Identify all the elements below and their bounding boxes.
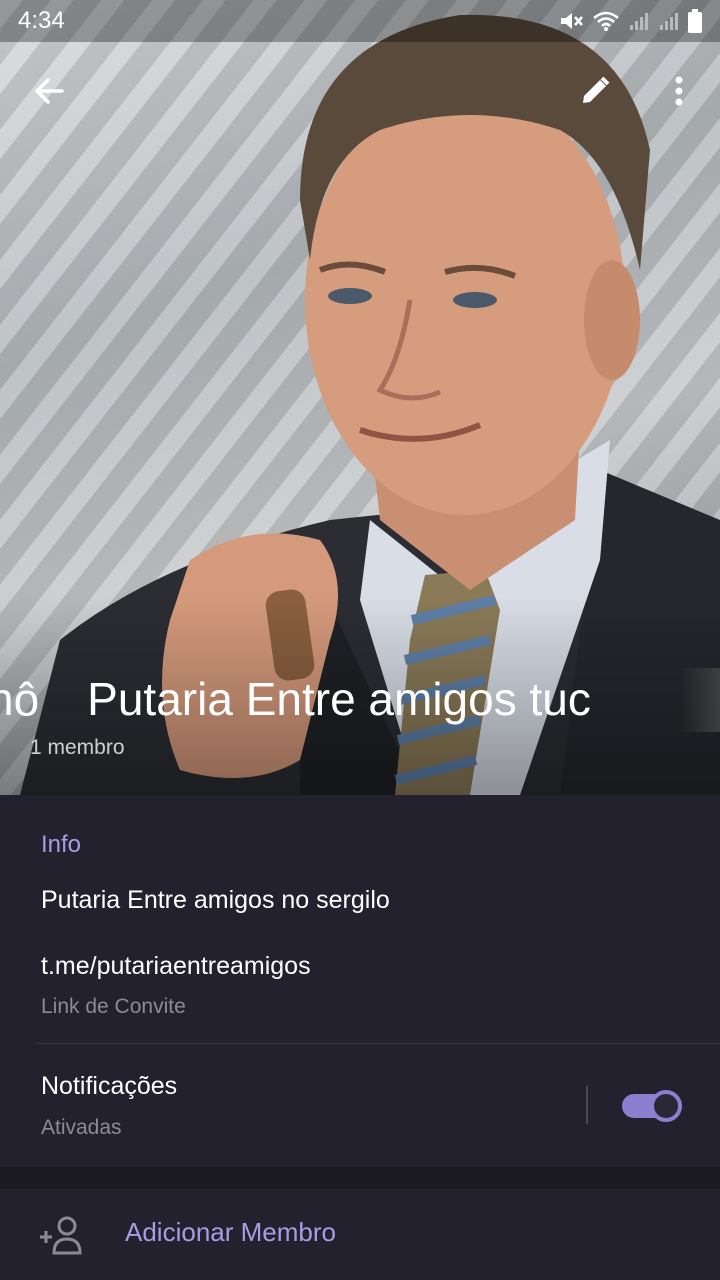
group-profile-screen: 4:34 nô Putaria Entre amigos tuc 1 membr… [0,0,720,1280]
status-time: 4:34 [18,7,65,34]
group-description[interactable]: Putaria Entre amigos no sergilo [41,886,390,915]
notifications-title: Notificações [41,1072,178,1100]
add-person-icon [40,1216,82,1255]
notifications-toggle[interactable] [622,1090,684,1122]
group-name-text: Putaria Entre amigos tuc [87,673,591,725]
notifications-row[interactable]: Notificações Ativadas [0,1044,720,1167]
signal-icon-1 [630,13,648,30]
battery-icon [688,9,702,33]
edit-button[interactable] [566,62,624,120]
section-gap [0,1167,720,1189]
notifications-separator [586,1086,588,1124]
more-options-button[interactable] [650,62,708,120]
invite-link-label: Link de Convite [41,995,186,1018]
member-count: 1 membro [30,736,125,759]
info-section-header: Info [41,831,82,858]
more-vert-icon [675,76,683,106]
notifications-state: Ativadas [41,1116,122,1139]
mute-icon [561,13,583,29]
invite-link[interactable]: t.me/putariaentreamigos [41,952,311,981]
group-name-prefix: nô [0,673,40,725]
back-button[interactable] [20,62,78,120]
wifi-icon [593,11,619,31]
toggle-knob [650,1090,682,1122]
status-bar: 4:34 [0,0,720,42]
info-section: Info Putaria Entre amigos no sergilo t.m… [0,795,720,1167]
signal-icon-2 [660,13,678,30]
add-member-label: Adicionar Membro [125,1217,336,1247]
title-fade [680,668,720,732]
arrow-left-icon [35,78,64,104]
status-icons [558,9,702,33]
add-member-button[interactable]: Adicionar Membro [0,1189,720,1280]
group-name-title: nô Putaria Entre amigos tuc [0,668,720,732]
pencil-icon [583,76,610,103]
